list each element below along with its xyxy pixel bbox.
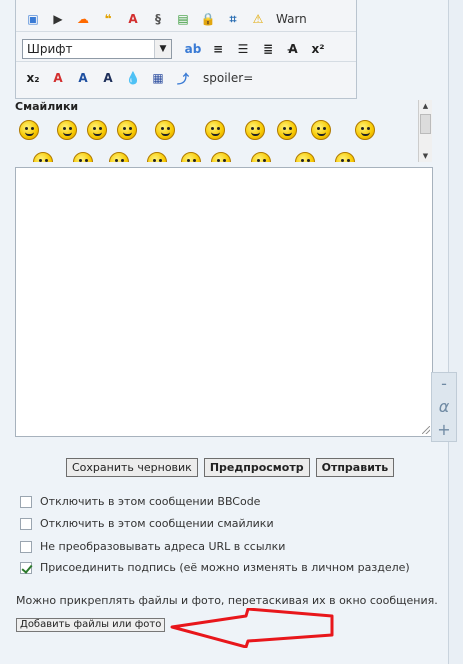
arrow-shape bbox=[170, 608, 334, 648]
strikethrough-icon[interactable]: A̶ bbox=[282, 38, 304, 60]
smiley-icon[interactable] bbox=[295, 152, 315, 162]
image-icon[interactable]: ▣ bbox=[22, 8, 44, 30]
smiley-icon[interactable] bbox=[87, 120, 107, 140]
landscape-image-icon[interactable]: ▤ bbox=[172, 8, 194, 30]
smiley-icon[interactable] bbox=[277, 120, 297, 140]
message-textarea[interactable] bbox=[15, 167, 433, 437]
submit-buttons: Сохранить черновик Предпросмотр Отправит… bbox=[66, 458, 395, 477]
highlight-icon[interactable]: ab bbox=[182, 38, 204, 60]
checkbox[interactable] bbox=[20, 495, 32, 508]
warning-icon[interactable]: ⚠ bbox=[247, 8, 269, 30]
send-button[interactable]: Отправить bbox=[315, 458, 395, 477]
spoiler-icon[interactable]: ⤴ bbox=[172, 67, 194, 89]
scroll-up-icon[interactable]: ▲ bbox=[419, 100, 432, 112]
option-label: Отключить в этом сообщении смайлики bbox=[40, 517, 274, 530]
superscript-icon[interactable]: x² bbox=[307, 38, 329, 60]
smilies-scrollbar[interactable]: ▲ ▼ bbox=[418, 100, 432, 162]
resize-grip-icon[interactable] bbox=[422, 426, 430, 434]
smiley-icon[interactable] bbox=[355, 120, 375, 140]
font-select-value: Шрифт bbox=[27, 42, 73, 56]
attach-note: Можно прикреплять файлы и фото, перетаск… bbox=[16, 594, 438, 607]
smiley-icon[interactable] bbox=[155, 120, 175, 140]
add-files-button[interactable]: Добавить файлы или фото bbox=[16, 618, 166, 632]
red-arrow-annotation bbox=[170, 608, 334, 648]
smiley-icon[interactable] bbox=[57, 120, 77, 140]
option-disable-smilies[interactable]: Отключить в этом сообщении смайлики bbox=[20, 517, 274, 530]
smiley-icon[interactable] bbox=[205, 120, 225, 140]
scroll-thumb[interactable] bbox=[420, 114, 431, 134]
align-center-icon[interactable]: ≡ bbox=[207, 38, 229, 60]
font-face-icon[interactable]: A bbox=[97, 67, 119, 89]
checkbox[interactable] bbox=[20, 561, 32, 574]
editor-side-tools: - α + bbox=[431, 372, 457, 442]
option-label: Отключить в этом сообщении BBCode bbox=[40, 495, 261, 508]
toolbar-row-1: ▣ ▶ ☁ ❝ A § ▤ 🔒 ⌗ ⚠ Warn bbox=[22, 8, 307, 30]
preview-button[interactable]: Предпросмотр bbox=[203, 458, 310, 477]
option-label: Не преобразовывать адреса URL в ссылки bbox=[40, 540, 286, 553]
smiley-icon[interactable] bbox=[311, 120, 331, 140]
font-color-icon[interactable]: A bbox=[47, 67, 69, 89]
drop-color-icon[interactable]: 💧 bbox=[122, 67, 144, 89]
save-draft-button[interactable]: Сохранить черновик bbox=[66, 458, 198, 477]
soundcloud-icon[interactable]: ☁ bbox=[72, 8, 94, 30]
option-disable-bbcode[interactable]: Отключить в этом сообщении BBCode bbox=[20, 495, 260, 508]
toolbar-row-2: Шрифт ▼ ab ≡ ☰ ≣ A̶ x² bbox=[22, 38, 332, 60]
smiley-icon[interactable] bbox=[335, 152, 355, 162]
smiley-icon[interactable] bbox=[73, 152, 93, 162]
smiley-icon[interactable] bbox=[33, 152, 53, 162]
alpha-toggle-button[interactable]: α bbox=[439, 398, 450, 415]
option-no-url-links[interactable]: Не преобразовывать адреса URL в ссылки bbox=[20, 540, 285, 553]
smilies-box bbox=[15, 114, 433, 162]
option-label: Присоединить подпись (её можно изменять … bbox=[40, 561, 410, 574]
subscript-icon[interactable]: x₂ bbox=[22, 67, 44, 89]
smiley-icon[interactable] bbox=[117, 120, 137, 140]
warn-button-label[interactable]: Warn bbox=[276, 12, 307, 26]
bbcode-toolbar: ▣ ▶ ☁ ❝ A § ▤ 🔒 ⌗ ⚠ Warn Шрифт ▼ ab ≡ ☰ ≣ A̶ x² x₂ A A A 💧… bbox=[15, 0, 357, 99]
lock-icon[interactable]: 🔒 bbox=[197, 8, 219, 30]
option-attach-signature[interactable]: Присоединить подпись (её можно изменять … bbox=[20, 561, 410, 574]
scroll-down-icon[interactable]: ▼ bbox=[419, 150, 432, 162]
checkbox[interactable] bbox=[20, 517, 32, 530]
smiley-icon[interactable] bbox=[245, 120, 265, 140]
speech-bubble-icon[interactable]: ❝ bbox=[97, 8, 119, 30]
posting-panel: ▣ ▶ ☁ ❝ A § ▤ 🔒 ⌗ ⚠ Warn Шрифт ▼ ab ≡ ☰ ≣ A̶ x² x₂ A A A 💧… bbox=[0, 0, 457, 664]
smiley-icon[interactable] bbox=[251, 152, 271, 162]
pdf-icon[interactable]: A bbox=[122, 8, 144, 30]
checkbox[interactable] bbox=[20, 540, 32, 553]
smiley-icon[interactable] bbox=[109, 152, 129, 162]
smiley-icon[interactable] bbox=[211, 152, 231, 162]
font-size-icon[interactable]: A bbox=[72, 67, 94, 89]
align-left-icon[interactable]: ≣ bbox=[257, 38, 279, 60]
document-icon[interactable]: § bbox=[147, 8, 169, 30]
shrink-editor-button[interactable]: - bbox=[441, 376, 447, 392]
code-icon[interactable]: ⌗ bbox=[222, 8, 244, 30]
font-select[interactable]: Шрифт ▼ bbox=[22, 39, 172, 59]
gradient-icon[interactable]: ▦ bbox=[147, 67, 169, 89]
toolbar-row-3: x₂ A A A 💧 ▦ ⤴ spoiler= bbox=[22, 67, 254, 89]
expand-editor-button[interactable]: + bbox=[437, 421, 450, 438]
toolbar-divider bbox=[16, 61, 356, 62]
smiley-icon[interactable] bbox=[181, 152, 201, 162]
spoiler-button-label[interactable]: spoiler= bbox=[203, 71, 253, 85]
smiley-icon[interactable] bbox=[19, 120, 39, 140]
smiley-icon[interactable] bbox=[147, 152, 167, 162]
align-justify-icon[interactable]: ☰ bbox=[232, 38, 254, 60]
chevron-down-icon: ▼ bbox=[154, 40, 171, 58]
toolbar-divider bbox=[16, 31, 356, 32]
smilies-title: Смайлики bbox=[15, 100, 79, 113]
video-play-icon[interactable]: ▶ bbox=[47, 8, 69, 30]
